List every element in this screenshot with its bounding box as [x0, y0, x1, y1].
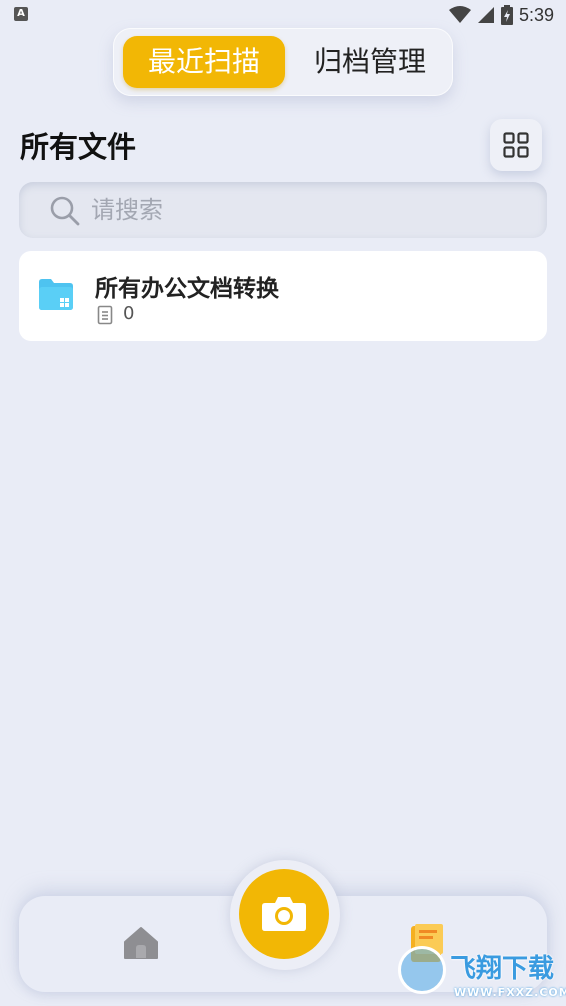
tab-recent-scan[interactable]: 最近扫描	[123, 36, 285, 88]
search-input[interactable]	[89, 182, 509, 238]
tab-archive-management[interactable]: 归档管理	[295, 36, 445, 88]
camera-button[interactable]	[239, 869, 329, 959]
app-notification-icon: A	[14, 7, 28, 21]
document-count-icon	[97, 305, 113, 325]
status-bar: A 5:39	[0, 0, 566, 30]
folder-icon	[39, 279, 73, 310]
file-name: 所有办公文档转换	[95, 276, 279, 302]
list-item[interactable]: 所有办公文档转换 0	[19, 251, 547, 341]
watermark-text: 飞翔下载	[450, 954, 555, 984]
watermark-logo	[398, 946, 446, 994]
page-title: 所有文件	[20, 130, 137, 164]
scan-archive-tabs: 最近扫描 归档管理	[113, 28, 453, 96]
status-time: 5:39	[518, 4, 554, 25]
battery-icon	[500, 5, 513, 25]
wifi-icon	[448, 6, 471, 23]
grid-view-icon	[503, 132, 529, 158]
home-icon[interactable]	[123, 926, 159, 960]
watermark-url: WWW.FXXZ.COM	[454, 986, 566, 999]
signal-icon	[477, 7, 494, 23]
search-bar	[19, 182, 547, 238]
watermark: 飞翔下载 WWW.FXXZ.COM	[398, 944, 566, 1006]
grid-view-button[interactable]	[490, 119, 542, 171]
file-count: 0	[123, 303, 135, 324]
camera-button-frame	[230, 860, 340, 970]
camera-icon	[262, 897, 306, 931]
status-icons: 5:39	[448, 3, 554, 27]
search-icon	[50, 196, 80, 226]
